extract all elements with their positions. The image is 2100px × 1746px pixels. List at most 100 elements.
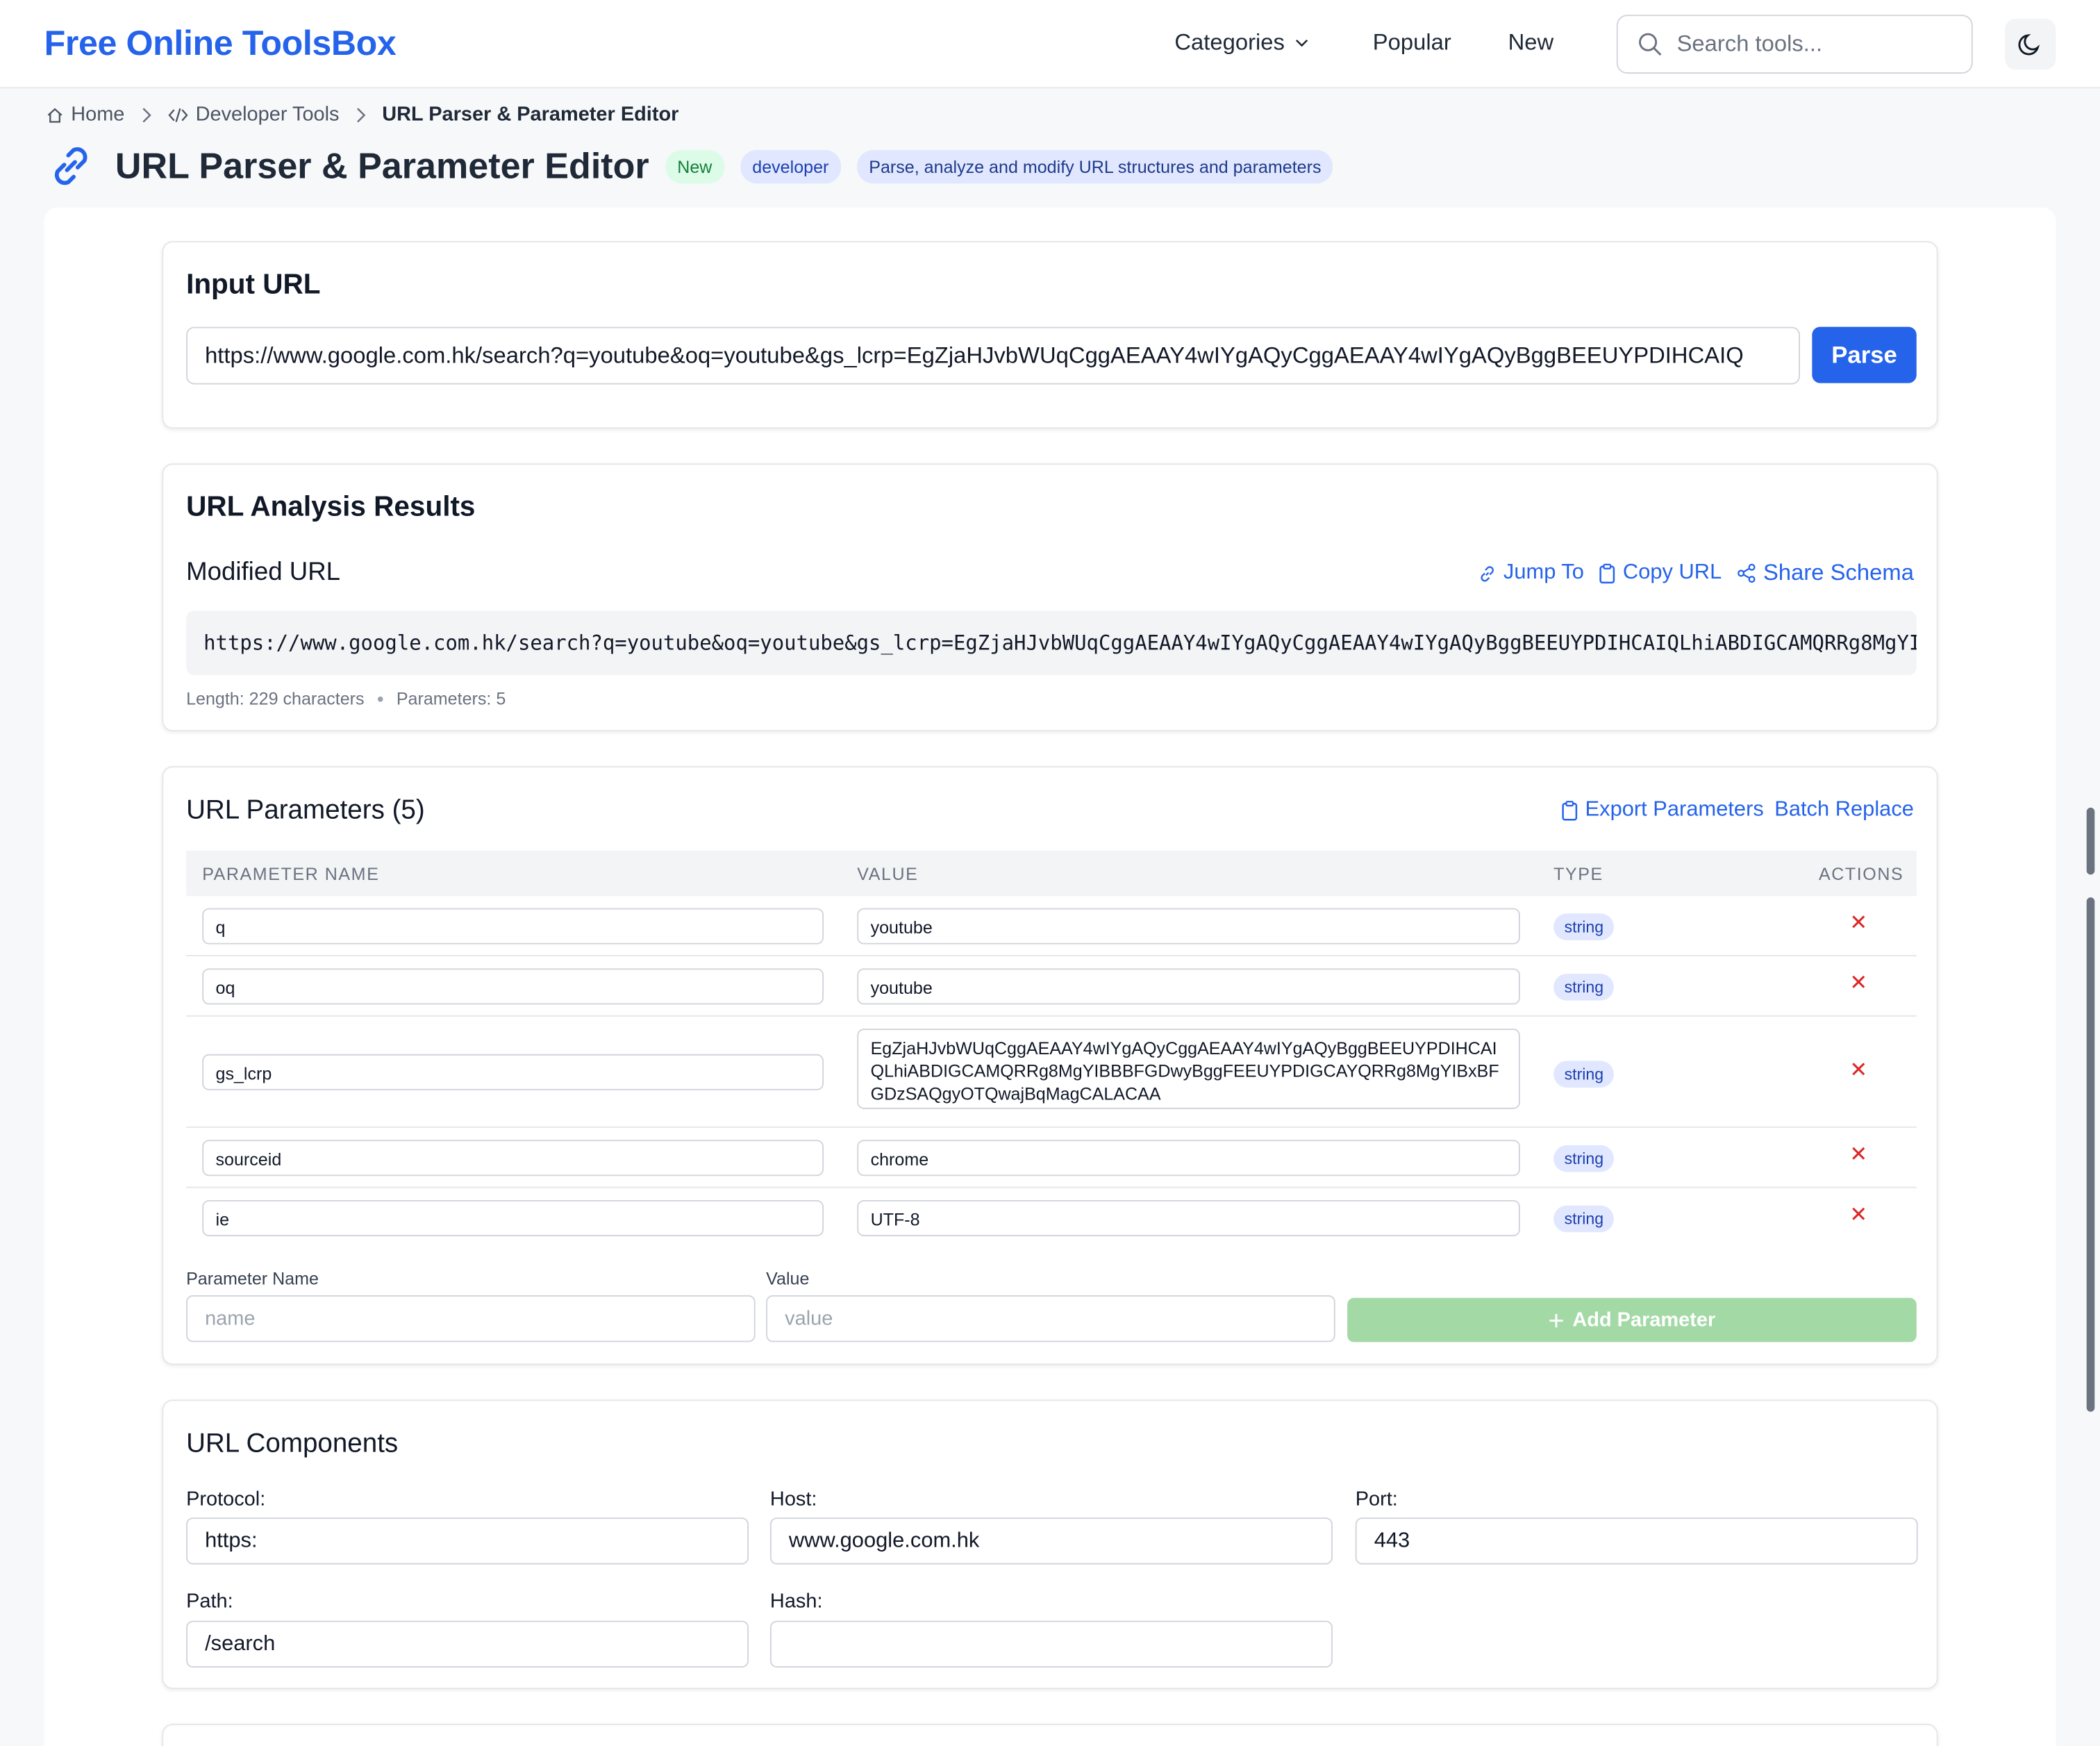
code-icon (168, 107, 188, 122)
new-parameter-value-input[interactable]: value (766, 1295, 1335, 1342)
type-badge: string (1553, 1205, 1615, 1233)
input-url-heading: Input URL (186, 269, 321, 300)
url-components-card: URL Components Protocol: Host: Port: htt… (162, 1399, 1938, 1689)
chevron-right-icon (357, 107, 366, 122)
copy-url-label: Copy URL (1622, 561, 1722, 584)
breadcrumb-current: URL Parser & Parameter Editor (382, 103, 679, 126)
jump-to-label: Jump To (1503, 561, 1584, 584)
column-header-name: PARAMETER NAME (202, 863, 380, 883)
path-input[interactable]: /search (186, 1620, 749, 1668)
chevron-down-icon (1296, 39, 1308, 47)
table-row: q youtube string ✕ (186, 896, 1917, 956)
new-badge: New (665, 149, 724, 183)
export-parameters-label: Export Parameters (1585, 798, 1764, 822)
path-label: Path: (186, 1590, 233, 1613)
nav-popular[interactable]: Popular (1373, 29, 1451, 56)
hash-input[interactable] (769, 1620, 1333, 1668)
nav-categories-label: Categories (1174, 29, 1285, 56)
parameter-name-input[interactable]: ie (202, 1199, 824, 1237)
breadcrumb-home[interactable]: Home (46, 103, 124, 126)
page-header: URL Parser & Parameter Editor New develo… (46, 140, 1333, 191)
scrollbar-thumb[interactable] (2086, 897, 2095, 1412)
table-row: sourceid chrome string ✕ (186, 1128, 1917, 1188)
type-badge: string (1553, 1145, 1615, 1172)
delete-icon[interactable]: ✕ (1849, 1202, 1867, 1229)
site-logo[interactable]: Free Online ToolsBox (44, 23, 397, 65)
home-icon (47, 107, 62, 122)
page-title: URL Parser & Parameter Editor (115, 145, 649, 186)
search-box[interactable] (1616, 15, 1973, 74)
moon-icon (2018, 34, 2040, 56)
batch-replace-button[interactable]: Batch Replace (1774, 798, 1914, 822)
chevron-right-icon (142, 107, 151, 122)
nav-categories[interactable]: Categories (1174, 29, 1311, 56)
url-input[interactable]: https://www.google.com.hk/search?q=youtu… (186, 326, 1800, 385)
new-parameter-value-label: Value (766, 1268, 810, 1289)
type-badge: string (1553, 913, 1615, 940)
parameter-actions: Export Parameters Batch Replace (1560, 798, 1914, 822)
parameters-table: PARAMETER NAME VALUE TYPE ACTIONS q yout… (186, 850, 1917, 1237)
analysis-results-heading: URL Analysis Results (186, 491, 476, 523)
parameter-name-input[interactable]: q (202, 908, 824, 945)
parse-button[interactable]: Parse (1812, 326, 1917, 383)
breadcrumb-section-label: Developer Tools (195, 103, 340, 126)
type-badge: string (1553, 1061, 1615, 1088)
plus-icon (1549, 1313, 1563, 1327)
jump-to-button[interactable]: Jump To (1476, 561, 1584, 585)
url-meta: Length: 229 characters Parameters: 5 (186, 688, 506, 708)
url-components-heading: URL Components (186, 1429, 399, 1459)
parameter-value-input[interactable]: youtube (857, 908, 1520, 945)
input-url-card: Input URL https://www.google.com.hk/sear… (162, 241, 1938, 429)
table-header: PARAMETER NAME VALUE TYPE ACTIONS (186, 850, 1917, 897)
table-row: ie UTF-8 string ✕ (186, 1188, 1917, 1249)
url-param-count: Parameters: 5 (396, 688, 506, 709)
port-input[interactable]: 443 (1355, 1518, 1918, 1565)
new-parameter-name-label: Parameter Name (186, 1268, 319, 1289)
category-badge: developer (740, 149, 841, 183)
url-parameters-card: URL Parameters (5) Export Parameters Bat… (162, 766, 1938, 1365)
parameter-value-input[interactable]: youtube (857, 968, 1520, 1005)
parameter-name-input[interactable]: sourceid (202, 1140, 824, 1177)
hash-label: Hash: (769, 1590, 823, 1613)
parameter-value-textarea[interactable]: EgZjaHJvbWUqCggAEAAY4wIYgAQyCggAEAAY4wIY… (857, 1029, 1520, 1109)
delete-icon[interactable]: ✕ (1849, 909, 1867, 936)
copy-url-button[interactable]: Copy URL (1597, 561, 1722, 585)
export-parameters-button[interactable]: Export Parameters (1560, 798, 1764, 822)
column-header-value: VALUE (857, 863, 919, 883)
parameter-value-input[interactable]: chrome (857, 1140, 1520, 1177)
delete-icon[interactable]: ✕ (1849, 1057, 1867, 1084)
dark-mode-toggle[interactable] (2005, 18, 2056, 70)
search-input[interactable] (1676, 31, 1945, 58)
description-badge: Parse, analyze and modify URL structures… (856, 149, 1333, 183)
clipboard-icon (1561, 801, 1577, 821)
delete-icon[interactable]: ✕ (1849, 1141, 1867, 1168)
modified-url-label: Modified URL (186, 558, 341, 587)
breadcrumb-developer-tools[interactable]: Developer Tools (167, 103, 340, 126)
clipboard-icon (1599, 563, 1615, 584)
url-length: Length: 229 characters (186, 688, 365, 709)
protocol-input[interactable]: https: (186, 1518, 749, 1565)
parameter-name-input[interactable]: gs_lcrp (202, 1054, 824, 1090)
parameter-value-input[interactable]: UTF-8 (857, 1199, 1520, 1237)
host-input[interactable]: www.google.com.hk (769, 1518, 1333, 1565)
modified-url-display[interactable]: https://www.google.com.hk/search?q=youtu… (186, 610, 1917, 675)
host-label: Host: (769, 1488, 817, 1511)
url-actions: Jump To Copy URL Share Schema (1476, 560, 1914, 587)
delete-icon[interactable]: ✕ (1849, 970, 1867, 997)
breadcrumb: Home Developer Tools URL Parser & Parame… (46, 103, 679, 126)
parameter-name-input[interactable]: oq (202, 968, 824, 1005)
new-parameter-name-input[interactable]: name (186, 1295, 756, 1342)
nav-new[interactable]: New (1508, 29, 1554, 56)
protocol-label: Protocol: (186, 1488, 266, 1511)
add-parameter-button[interactable]: Add Parameter (1347, 1297, 1917, 1342)
search-icon (1639, 33, 1662, 56)
share-icon (1737, 563, 1755, 583)
share-schema-label: Share Schema (1763, 560, 1914, 585)
top-navigation-bar: Free Online ToolsBox Categories Popular … (0, 0, 2100, 89)
column-header-actions: ACTIONS (1818, 863, 1904, 883)
share-schema-button[interactable]: Share Schema (1735, 560, 1914, 587)
url-parameters-heading: URL Parameters (5) (186, 795, 425, 825)
column-header-type: TYPE (1553, 863, 1603, 883)
scrollbar-thumb-upper[interactable] (2086, 807, 2095, 875)
link-icon (54, 147, 88, 185)
